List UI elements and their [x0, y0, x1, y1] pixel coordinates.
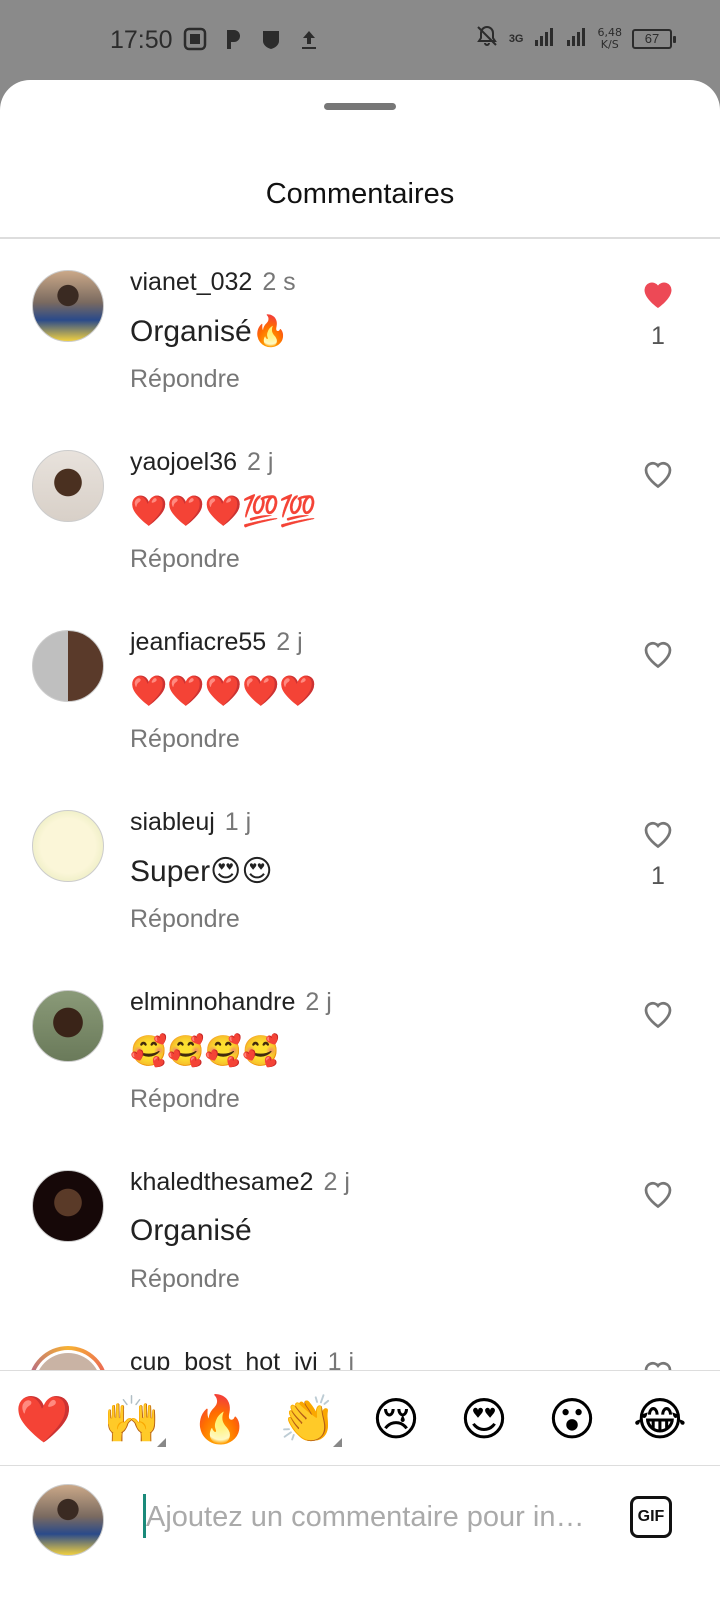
- notification-p-icon: [221, 27, 245, 51]
- sheet-title: Commentaires: [265, 178, 455, 210]
- drag-handle[interactable]: [324, 103, 396, 110]
- reply-button[interactable]: Répondre: [130, 545, 240, 574]
- upload-icon: [297, 27, 321, 51]
- muted-bell-icon: [475, 24, 499, 53]
- skin-tone-indicator-icon: [157, 1438, 166, 1447]
- network-type: 3G: [508, 32, 524, 45]
- heart-filled-icon[interactable]: [640, 276, 676, 310]
- comments-sheet: Commentaires vianet_032 2 s Organisé🔥 Rép…: [0, 80, 720, 1599]
- heart-outline-icon[interactable]: [640, 456, 676, 490]
- comment-time: 1 j: [224, 808, 252, 836]
- emoji-laughing[interactable]: 😂: [630, 1391, 690, 1447]
- avatar[interactable]: [32, 450, 104, 522]
- comment-username[interactable]: khaledthesame2: [130, 1168, 313, 1196]
- comment-time: 2 j: [276, 628, 303, 656]
- heart-outline-icon[interactable]: [640, 1176, 676, 1210]
- comment-text: Organisé: [130, 1214, 252, 1247]
- comment-username[interactable]: yaojoel36: [130, 448, 237, 476]
- status-bar: 17:50 3G 6,48 K/S 67: [0, 0, 720, 80]
- comment-item: vianet_032 2 s Organisé🔥 Répondre 1: [0, 240, 720, 420]
- own-avatar: [32, 1484, 104, 1556]
- notification-app-icon: [183, 27, 207, 51]
- emoji-heart[interactable]: ❤️: [14, 1391, 74, 1447]
- like-count: 1: [651, 862, 665, 890]
- reply-button[interactable]: Répondre: [130, 365, 240, 394]
- comment-item: elminnohandre 2 j 🥰🥰🥰🥰 Répondre: [0, 960, 720, 1140]
- comment-text: ❤️❤️❤️💯💯: [130, 495, 317, 528]
- skin-tone-indicator-icon: [333, 1438, 342, 1447]
- comment-username[interactable]: vianet_032: [130, 268, 252, 296]
- gif-button[interactable]: GIF: [630, 1496, 672, 1538]
- comment-input[interactable]: [146, 1492, 606, 1542]
- comment-text: Organisé🔥: [130, 315, 290, 348]
- heart-outline-icon[interactable]: [640, 816, 676, 850]
- comment-item: siableuj 1 j Super😍😍 Répondre 1: [0, 780, 720, 960]
- emoji-raising-hands[interactable]: 🙌: [102, 1391, 166, 1447]
- comment-text: 🥰🥰🥰🥰: [130, 1035, 280, 1068]
- comment-item: jeanfiacre55 2 j ❤️❤️❤️❤️❤️ Répondre: [0, 600, 720, 780]
- comment-time: 2 j: [323, 1168, 350, 1196]
- comment-composer: GIF: [0, 1466, 720, 1599]
- emoji-clapping[interactable]: 👏: [278, 1391, 342, 1447]
- status-notification-icons: [183, 27, 321, 51]
- comment-time: 2 j: [305, 988, 332, 1016]
- comment-text: ❤️❤️❤️❤️❤️: [130, 675, 317, 708]
- avatar[interactable]: [32, 810, 104, 882]
- network-speed: 6,48 K/S: [597, 25, 623, 51]
- emoji-heart-eyes[interactable]: 😍: [454, 1391, 514, 1447]
- avatar[interactable]: [32, 630, 104, 702]
- notification-shield-icon: [259, 27, 283, 51]
- comment-time: 2 s: [262, 268, 296, 296]
- heart-outline-icon[interactable]: [640, 636, 676, 670]
- comment-item: khaledthesame2 2 j Organisé Répondre: [0, 1140, 720, 1320]
- title-divider: [0, 237, 720, 239]
- comment-username[interactable]: siableuj: [130, 808, 215, 836]
- emoji-quick-bar: ❤️ 🙌 🔥 👏 😢 😍 😮 😂: [0, 1370, 720, 1466]
- avatar[interactable]: [32, 990, 104, 1062]
- signal-icon-2: [566, 25, 588, 52]
- reply-button[interactable]: Répondre: [130, 1085, 240, 1114]
- comment-username[interactable]: elminnohandre: [130, 988, 295, 1016]
- avatar[interactable]: [32, 270, 104, 342]
- comment-item: yaojoel36 2 j ❤️❤️❤️💯💯 Répondre: [0, 420, 720, 600]
- heart-outline-icon[interactable]: [640, 996, 676, 1030]
- comment-time: 2 j: [247, 448, 274, 476]
- battery-icon: 67: [632, 28, 676, 49]
- emoji-surprised[interactable]: 😮: [542, 1391, 602, 1447]
- avatar[interactable]: [32, 1170, 104, 1242]
- status-system-icons: 3G 6,48 K/S 67: [475, 24, 676, 53]
- reply-button[interactable]: Répondre: [130, 725, 240, 754]
- reply-button[interactable]: Répondre: [130, 1265, 240, 1294]
- comments-list[interactable]: vianet_032 2 s Organisé🔥 Répondre 1 yaojo…: [0, 240, 720, 1470]
- status-time: 17:50: [110, 26, 173, 54]
- like-count: 1: [651, 322, 665, 350]
- reply-button[interactable]: Répondre: [130, 905, 240, 934]
- emoji-crying[interactable]: 😢: [366, 1391, 426, 1447]
- signal-icon-1: [534, 25, 556, 52]
- comment-text: Super😍😍: [130, 855, 273, 888]
- comment-username[interactable]: jeanfiacre55: [130, 628, 266, 656]
- battery-level: 67: [644, 31, 660, 46]
- emoji-fire[interactable]: 🔥: [190, 1391, 250, 1447]
